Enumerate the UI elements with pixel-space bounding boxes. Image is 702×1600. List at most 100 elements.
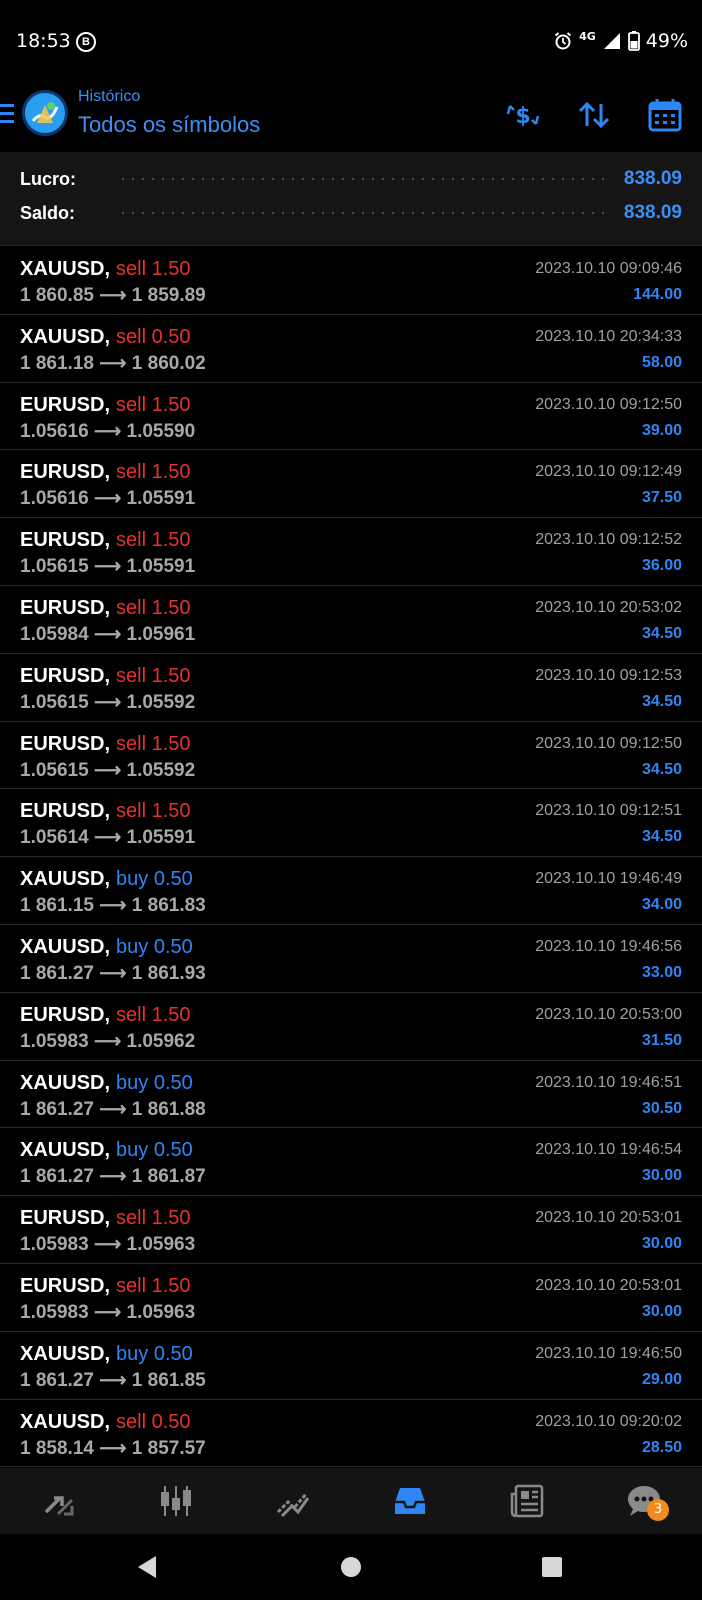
nav-messages[interactable]: 3 xyxy=(585,1468,702,1534)
volume-value: 1.50 xyxy=(151,1207,191,1230)
arrow-right-icon: ⟶ xyxy=(99,962,127,984)
profit-label: Lucro: xyxy=(20,168,76,189)
summary-panel: Lucro: 838.09 Saldo: 838.09 xyxy=(0,152,702,246)
open-price: 1 861.15 xyxy=(20,895,94,917)
trade-row[interactable]: XAUUSD, buy 0.50 1 861.27 ⟶ 1 861.93 2023.1… xyxy=(0,925,702,993)
volume-value: 0.50 xyxy=(151,325,191,348)
trade-prices: 1.05615 ⟶ 1.05592 xyxy=(20,759,195,782)
trade-profit: 30.00 xyxy=(641,1167,682,1185)
volume-value: 1.50 xyxy=(151,393,191,416)
history-inbox-icon xyxy=(394,1488,425,1514)
close-price: 1.05963 xyxy=(126,1301,196,1323)
side-label: buy xyxy=(116,868,149,891)
side-label: sell xyxy=(116,1003,147,1026)
close-price: 1 861.83 xyxy=(131,895,206,917)
sort-button[interactable] xyxy=(575,96,613,134)
nav-quotes[interactable] xyxy=(0,1468,117,1534)
symbol-name: XAUUSD, xyxy=(20,1071,111,1094)
trade-row[interactable]: XAUUSD, buy 0.50 1 861.27 ⟶ 1 861.88 2023.1… xyxy=(0,1061,702,1129)
trade-prices: 1 861.27 ⟶ 1 861.88 xyxy=(20,1098,206,1121)
bottom-nav: 3 xyxy=(0,1468,702,1534)
trade-row[interactable]: XAUUSD, buy 0.50 1 861.27 ⟶ 1 861.87 2023.1… xyxy=(0,1128,702,1197)
close-price: 1.05961 xyxy=(126,623,196,645)
trade-row[interactable]: EURUSD, sell 1.50 1.05983 ⟶ 1.05963 2023.10… xyxy=(0,1264,702,1332)
trade-prices: 1.05616 ⟶ 1.05590 xyxy=(20,420,195,443)
trade-profit: 30.00 xyxy=(641,1302,682,1320)
trade-side: sell 1.50 xyxy=(116,529,191,551)
close-price: 1.05590 xyxy=(126,420,196,442)
trade-prices: 1.05983 ⟶ 1.05963 xyxy=(20,1301,195,1324)
trade-profit: 37.50 xyxy=(641,489,682,507)
arrow-right-icon: ⟶ xyxy=(99,285,127,306)
trade-row[interactable]: XAUUSD, sell 1.50 1 860.85 ⟶ 1 859.89 2023.… xyxy=(0,247,702,315)
menu-icon[interactable] xyxy=(0,104,14,124)
trade-side: buy 0.50 xyxy=(116,936,193,958)
trade-row[interactable]: EURUSD, sell 1.50 1.05616 ⟶ 1.05591 2023.10… xyxy=(0,450,702,519)
back-icon[interactable] xyxy=(138,1556,156,1578)
trade-row[interactable]: EURUSD, sell 1.50 1.05983 ⟶ 1.05963 2023.10… xyxy=(0,1196,702,1264)
arrow-right-icon: ⟶ xyxy=(93,759,122,781)
open-price: 1 858.14 xyxy=(20,1437,94,1459)
trade-row[interactable]: EURUSD, sell 1.50 1.05616 ⟶ 1.05590 2023.10… xyxy=(0,383,702,451)
open-price: 1.05616 xyxy=(20,488,89,510)
trade-row[interactable]: EURUSD, sell 1.50 1.05615 ⟶ 1.05591 2023.10… xyxy=(0,518,702,586)
trade-prices: 1.05616 ⟶ 1.05591 xyxy=(20,487,195,510)
side-label: sell xyxy=(116,529,147,552)
trade-prices: 1.05615 ⟶ 1.05592 xyxy=(20,691,195,714)
trade-row[interactable]: XAUUSD, buy 0.50 1 861.15 ⟶ 1 861.83 2023.1… xyxy=(0,857,702,925)
trade-symbol: XAUUSD, buy 0.50 xyxy=(20,868,193,891)
app-header: Histórico Todos os símbolos $ xyxy=(0,82,702,152)
trade-row[interactable]: XAUUSD, buy 0.50 1 861.27 ⟶ 1 861.85 2023.1… xyxy=(0,1332,702,1400)
trade-profit: 34.50 xyxy=(641,828,682,846)
symbol-name: XAUUSD, xyxy=(20,868,111,891)
arrow-right-icon: ⟶ xyxy=(93,488,122,510)
side-label: sell xyxy=(116,1274,147,1297)
nav-news[interactable] xyxy=(468,1468,585,1534)
trade-side: sell 0.50 xyxy=(116,326,191,348)
arrow-right-icon: ⟶ xyxy=(93,556,122,578)
network-type: 4G xyxy=(579,29,596,43)
home-icon[interactable] xyxy=(341,1557,361,1577)
recents-icon[interactable] xyxy=(542,1557,562,1577)
close-price: 1.05591 xyxy=(126,488,196,510)
trade-row[interactable]: EURUSD, sell 1.50 1.05984 ⟶ 1.05961 2023.10… xyxy=(0,586,702,654)
trade-row[interactable]: EURUSD, sell 1.50 1.05614 ⟶ 1.05591 2023.10… xyxy=(0,789,702,858)
trade-time: 2023.10.10 09:09:46 xyxy=(535,260,682,277)
trade-profit: 31.50 xyxy=(641,1031,682,1049)
trade-row[interactable]: XAUUSD, sell 0.50 1 858.14 ⟶ 1 857.57 2023.… xyxy=(0,1400,702,1468)
messages-badge: 3 xyxy=(647,1499,669,1521)
trade-side: sell 1.50 xyxy=(116,461,191,483)
open-price: 1 861.27 xyxy=(20,1369,94,1391)
trade-symbol: EURUSD, sell 1.50 xyxy=(20,1207,191,1230)
trade-profit: 33.00 xyxy=(641,963,682,981)
app-logo[interactable] xyxy=(22,90,68,136)
trade-side: sell 1.50 xyxy=(116,597,191,619)
symbol-filter-title[interactable]: Todos os símbolos xyxy=(78,112,260,138)
trade-row[interactable]: EURUSD, sell 1.50 1.05615 ⟶ 1.05592 2023.10… xyxy=(0,722,702,790)
trade-prices: 1 861.15 ⟶ 1 861.83 xyxy=(20,894,206,917)
volume-value: 1.50 xyxy=(151,596,191,619)
trades-list: XAUUSD, sell 1.50 1 860.85 ⟶ 1 859.89 2023.… xyxy=(0,247,702,1468)
side-label: buy xyxy=(116,935,149,958)
trade-symbol: XAUUSD, sell 1.50 xyxy=(20,258,191,281)
deposit-filter-button[interactable]: $ xyxy=(504,96,542,134)
trade-prices: 1 858.14 ⟶ 1 857.57 xyxy=(20,1437,206,1460)
trade-row[interactable]: EURUSD, sell 1.50 1.05983 ⟶ 1.05962 2023.10… xyxy=(0,993,702,1061)
trade-row[interactable]: EURUSD, sell 1.50 1.05615 ⟶ 1.05592 2023.10… xyxy=(0,654,702,722)
arrow-right-icon: ⟶ xyxy=(93,1301,122,1323)
nav-chart[interactable] xyxy=(117,1468,234,1534)
nav-history[interactable] xyxy=(351,1468,468,1534)
volume-value: 1.50 xyxy=(151,664,191,687)
profit-value: 838.09 xyxy=(623,168,682,189)
calendar-button[interactable] xyxy=(646,96,684,134)
trade-time: 2023.10.10 19:46:49 xyxy=(535,870,682,888)
arrow-right-icon: ⟶ xyxy=(93,827,122,849)
news-icon xyxy=(510,1484,543,1518)
trade-row[interactable]: XAUUSD, sell 0.50 1 861.18 ⟶ 1 860.02 2023.… xyxy=(0,315,702,383)
arrow-right-icon: ⟶ xyxy=(93,691,122,713)
trade-prices: 1.05983 ⟶ 1.05962 xyxy=(20,1030,195,1053)
volume-value: 1.50 xyxy=(151,732,191,755)
open-price: 1 861.27 xyxy=(20,962,94,984)
trade-icon xyxy=(276,1493,309,1518)
nav-trade[interactable] xyxy=(234,1468,351,1534)
